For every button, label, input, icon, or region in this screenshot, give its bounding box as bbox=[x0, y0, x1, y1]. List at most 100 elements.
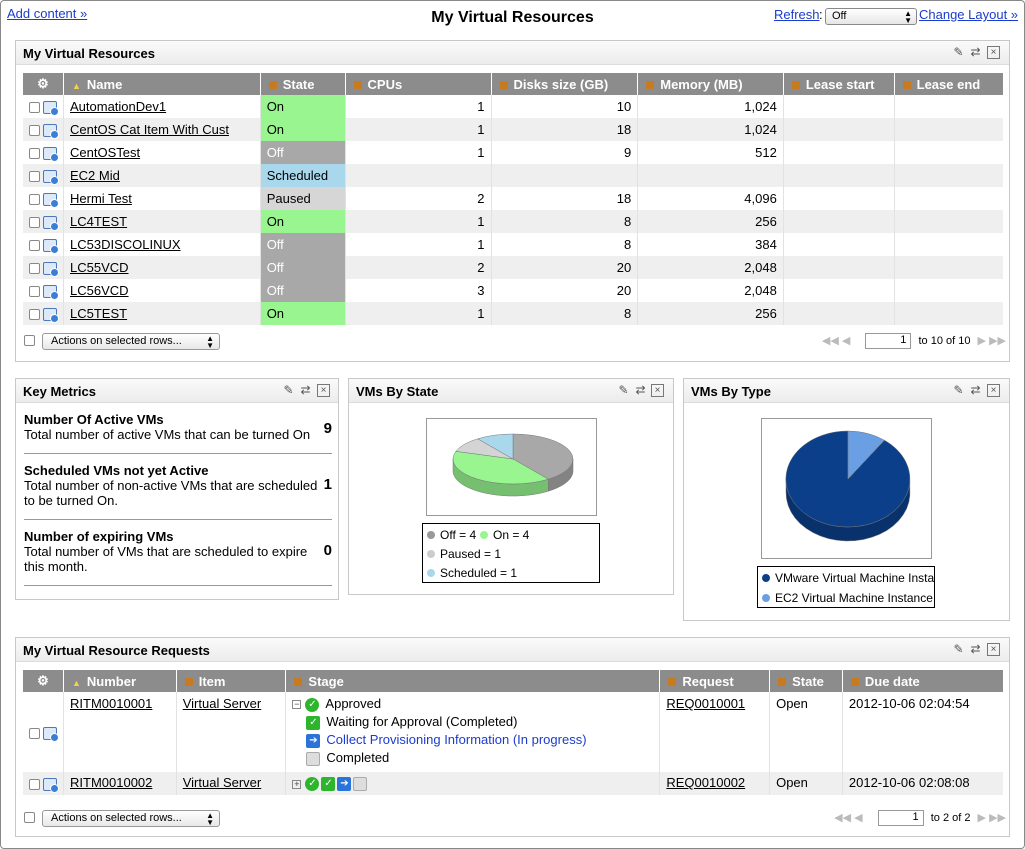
vm-record-icon[interactable] bbox=[43, 308, 59, 324]
column-header-cpus[interactable]: CPUs bbox=[345, 73, 492, 95]
column-header-lease-start[interactable]: Lease start bbox=[783, 73, 895, 95]
request-number-link[interactable]: REQ0010001 bbox=[666, 696, 745, 711]
edit-pencil-icon[interactable]: ✎ bbox=[952, 46, 965, 59]
close-icon[interactable]: × bbox=[987, 46, 1000, 59]
row-checkbox[interactable] bbox=[29, 171, 40, 183]
column-header-name[interactable]: ▲ Name bbox=[63, 73, 261, 95]
table-row[interactable]: LC56VCD Off 3 20 2,048 bbox=[23, 279, 1003, 302]
column-header-number[interactable]: ▲ Number bbox=[63, 670, 177, 692]
refresh-arrows-icon[interactable]: ⇄ bbox=[969, 643, 982, 656]
previous-page-icon[interactable]: ◀ bbox=[842, 335, 850, 347]
row-checkbox[interactable] bbox=[29, 102, 40, 114]
table-row[interactable]: LC53DISCOLINUX Off 1 8 384 bbox=[23, 233, 1003, 256]
vm-name-link[interactable]: Hermi Test bbox=[70, 191, 132, 206]
table-row[interactable]: EC2 Mid Scheduled bbox=[23, 164, 1003, 187]
table-row[interactable]: RITM0010002 Virtual Server + ✓ ✓ ➔ REQ00100… bbox=[23, 772, 1003, 795]
refresh-arrows-icon[interactable]: ⇄ bbox=[969, 46, 982, 59]
column-header-state[interactable]: State bbox=[260, 73, 346, 95]
refresh-arrows-icon[interactable]: ⇄ bbox=[634, 384, 647, 397]
row-checkbox[interactable] bbox=[29, 309, 40, 321]
refresh-link[interactable]: Refresh bbox=[774, 7, 820, 22]
request-item-number-link[interactable]: RITM0010001 bbox=[70, 696, 152, 711]
close-icon[interactable]: × bbox=[651, 384, 664, 397]
row-checkbox[interactable] bbox=[29, 727, 40, 739]
close-icon[interactable]: × bbox=[987, 384, 1000, 397]
vm-record-icon[interactable] bbox=[43, 239, 59, 255]
table-row[interactable]: Hermi Test Paused 2 18 4,096 bbox=[23, 187, 1003, 210]
table-row[interactable]: RITM0010001 Virtual Server − ✓ Approved ✓ W… bbox=[23, 692, 1003, 772]
close-icon[interactable]: × bbox=[987, 643, 1000, 656]
row-checkbox[interactable] bbox=[29, 286, 40, 298]
vm-record-icon[interactable] bbox=[43, 216, 59, 232]
column-header-stage[interactable]: Stage bbox=[285, 670, 661, 692]
column-settings-gear-icon[interactable]: ⚙ bbox=[23, 73, 64, 95]
first-page-icon[interactable]: ◀◀ bbox=[822, 335, 839, 347]
table-row[interactable]: LC5TEST On 1 8 256 bbox=[23, 302, 1003, 325]
vm-name-link[interactable]: LC5TEST bbox=[70, 306, 127, 321]
refresh-arrows-icon[interactable]: ⇄ bbox=[299, 384, 312, 397]
vm-name-link[interactable]: CentOS Cat Item With Cust bbox=[70, 122, 229, 137]
row-checkbox[interactable] bbox=[29, 217, 40, 229]
change-layout-link[interactable]: Change Layout » bbox=[919, 7, 1018, 22]
first-page-icon[interactable]: ◀◀ bbox=[834, 812, 851, 824]
refresh-interval-select[interactable]: Off ▲ ▼ bbox=[825, 8, 917, 25]
request-number-link[interactable]: REQ0010002 bbox=[666, 775, 745, 790]
next-page-icon[interactable]: ▶ bbox=[978, 335, 986, 347]
vm-name-link[interactable]: LC56VCD bbox=[70, 283, 129, 298]
vm-record-icon[interactable] bbox=[43, 147, 59, 163]
column-header-lease-end[interactable]: Lease end bbox=[894, 73, 1003, 95]
select-all-checkbox[interactable] bbox=[24, 812, 35, 823]
vm-record-icon[interactable] bbox=[43, 726, 59, 742]
edit-pencil-icon[interactable]: ✎ bbox=[952, 384, 965, 397]
column-header-state[interactable]: State bbox=[769, 670, 843, 692]
next-page-icon[interactable]: ▶ bbox=[978, 812, 986, 824]
vm-record-icon[interactable] bbox=[43, 285, 59, 301]
vm-record-icon[interactable] bbox=[43, 124, 59, 140]
actions-on-selected-rows-select[interactable]: Actions on selected rows... ▲ ▼ bbox=[42, 333, 220, 350]
vm-name-link[interactable]: LC4TEST bbox=[70, 214, 127, 229]
vm-name-link[interactable]: LC55VCD bbox=[70, 260, 129, 275]
page-number-input[interactable]: 1 bbox=[865, 333, 912, 349]
table-row[interactable]: CentOSTest Off 1 9 512 bbox=[23, 141, 1003, 164]
refresh-arrows-icon[interactable]: ⇄ bbox=[969, 384, 982, 397]
edit-pencil-icon[interactable]: ✎ bbox=[282, 384, 295, 397]
column-header-item[interactable]: Item bbox=[176, 670, 287, 692]
vm-record-icon[interactable] bbox=[43, 262, 59, 278]
column-header-memory[interactable]: Memory (MB) bbox=[637, 73, 784, 95]
last-page-icon[interactable]: ▶▶ bbox=[989, 335, 1006, 347]
previous-page-icon[interactable]: ◀ bbox=[854, 812, 862, 824]
table-row[interactable]: LC4TEST On 1 8 256 bbox=[23, 210, 1003, 233]
column-header-request[interactable]: Request bbox=[659, 670, 771, 692]
vm-name-link[interactable]: EC2 Mid bbox=[70, 168, 120, 183]
row-checkbox[interactable] bbox=[29, 263, 40, 275]
row-checkbox[interactable] bbox=[29, 125, 40, 137]
row-checkbox[interactable] bbox=[29, 148, 40, 160]
vm-record-icon[interactable] bbox=[43, 101, 59, 117]
close-icon[interactable]: × bbox=[317, 384, 330, 397]
actions-on-selected-rows-select[interactable]: Actions on selected rows... ▲ ▼ bbox=[42, 810, 220, 827]
vm-name-link[interactable]: CentOSTest bbox=[70, 145, 140, 160]
column-settings-gear-icon[interactable]: ⚙ bbox=[23, 670, 64, 692]
vm-record-icon[interactable] bbox=[43, 778, 59, 794]
table-row[interactable]: CentOS Cat Item With Cust On 1 18 1,024 bbox=[23, 118, 1003, 141]
table-row[interactable]: LC55VCD Off 2 20 2,048 bbox=[23, 256, 1003, 279]
request-item-name-link[interactable]: Virtual Server bbox=[183, 775, 262, 790]
select-all-checkbox[interactable] bbox=[24, 335, 35, 346]
row-checkbox[interactable] bbox=[29, 194, 40, 206]
column-header-disks-size[interactable]: Disks size (GB) bbox=[491, 73, 639, 95]
request-item-name-link[interactable]: Virtual Server bbox=[183, 696, 262, 711]
expand-icon[interactable]: + bbox=[292, 779, 302, 789]
vm-name-link[interactable]: LC53DISCOLINUX bbox=[70, 237, 181, 252]
row-checkbox[interactable] bbox=[29, 779, 40, 791]
last-page-icon[interactable]: ▶▶ bbox=[989, 812, 1006, 824]
vm-record-icon[interactable] bbox=[43, 170, 59, 186]
request-item-number-link[interactable]: RITM0010002 bbox=[70, 775, 152, 790]
column-header-due-date[interactable]: Due date bbox=[842, 670, 1003, 692]
edit-pencil-icon[interactable]: ✎ bbox=[952, 643, 965, 656]
page-number-input[interactable]: 1 bbox=[877, 810, 924, 826]
vm-name-link[interactable]: AutomationDev1 bbox=[70, 99, 166, 114]
collapse-icon[interactable]: − bbox=[292, 700, 302, 710]
table-row[interactable]: AutomationDev1 On 1 10 1,024 bbox=[23, 95, 1003, 118]
vm-record-icon[interactable] bbox=[43, 193, 59, 209]
row-checkbox[interactable] bbox=[29, 240, 40, 252]
